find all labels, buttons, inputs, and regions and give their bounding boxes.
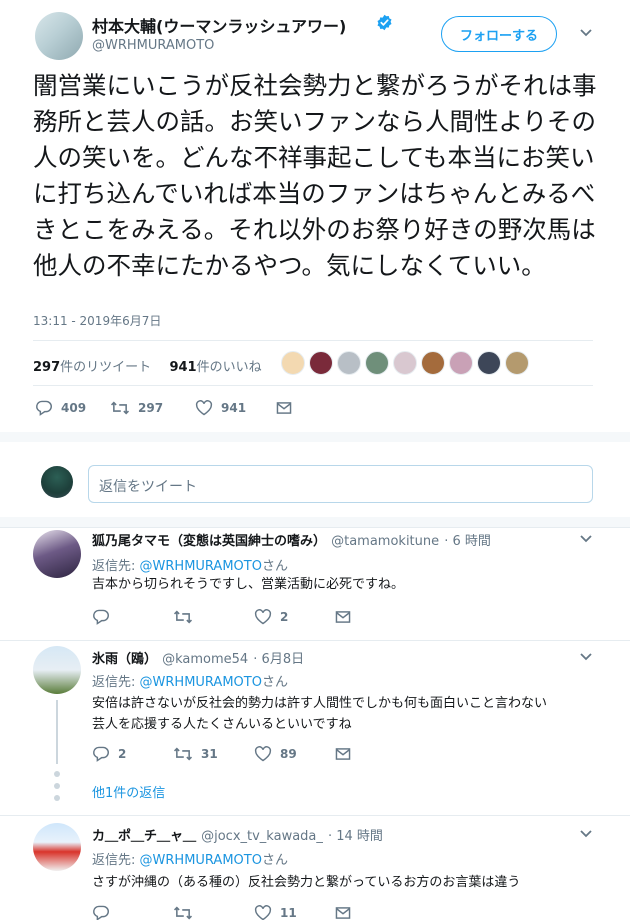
- likes-stat[interactable]: 941件のいいね: [169, 360, 261, 375]
- chevron-down-icon[interactable]: [579, 652, 593, 662]
- reply-icon: [92, 609, 110, 625]
- retweet-action[interactable]: [173, 609, 193, 625]
- retweet-icon: [173, 746, 193, 762]
- author-handle[interactable]: @WRHMURAMOTO: [92, 38, 214, 53]
- retweet-action[interactable]: [173, 905, 193, 920]
- reply-time[interactable]: · 14 時間: [328, 829, 383, 844]
- retweet-action[interactable]: 297: [110, 400, 163, 416]
- divider: [0, 815, 630, 816]
- message-icon: [276, 400, 292, 416]
- reply-time[interactable]: · 6 時間: [444, 534, 491, 549]
- thread-dot: [54, 783, 60, 789]
- retweet-action[interactable]: 31: [173, 746, 218, 762]
- direct-message-action[interactable]: [335, 746, 351, 762]
- reply-time[interactable]: · 6月8日: [253, 652, 304, 667]
- like-icon: [254, 905, 272, 920]
- reply-to-mention[interactable]: @WRHMURAMOTO: [140, 853, 262, 868]
- reply-text-line: 芸人を応援する人たくさんいるといいですね: [92, 717, 352, 732]
- section-gap: [0, 432, 630, 442]
- like-action[interactable]: 89: [254, 746, 297, 762]
- message-icon: [335, 905, 351, 920]
- chevron-down-icon[interactable]: [579, 28, 593, 38]
- liker-avatar[interactable]: [505, 351, 529, 375]
- message-icon: [335, 609, 351, 625]
- like-icon: [195, 400, 213, 416]
- tweet-timestamp[interactable]: 13:11 - 2019年6月7日: [33, 312, 161, 329]
- thread-line: [56, 700, 58, 764]
- reply-author-handle[interactable]: @kamome54: [162, 652, 248, 667]
- reply-icon: [35, 400, 53, 416]
- liker-avatar[interactable]: [393, 351, 417, 375]
- retweet-icon: [173, 905, 193, 920]
- thread-dot: [54, 795, 60, 801]
- reply-author-avatar[interactable]: [33, 646, 81, 694]
- like-icon: [254, 609, 272, 625]
- reply-action[interactable]: [92, 905, 110, 920]
- reply-action[interactable]: 2: [92, 746, 126, 762]
- liker-avatar[interactable]: [365, 351, 389, 375]
- direct-message-action[interactable]: [335, 609, 351, 625]
- author-avatar[interactable]: [35, 12, 83, 60]
- reply-author-handle[interactable]: @tamamokitune: [331, 534, 439, 549]
- liker-avatar[interactable]: [309, 351, 333, 375]
- reply-header: 氷雨（鴎） @kamome54 · 6月8日: [92, 648, 304, 667]
- current-user-avatar: [41, 466, 73, 498]
- divider: [0, 527, 630, 528]
- reply-to-mention[interactable]: @WRHMURAMOTO: [140, 675, 262, 690]
- reply-to-mention[interactable]: @WRHMURAMOTO: [140, 559, 262, 574]
- reply-author-name[interactable]: カ＿ポ＿チ＿ャ＿: [92, 829, 196, 844]
- section-gap: [0, 517, 630, 527]
- divider: [33, 340, 593, 341]
- chevron-down-icon[interactable]: [579, 534, 593, 544]
- reply-text: さすが沖縄の（ある種の）反社会勢力と繋がっているお方のお言葉は違う: [92, 875, 521, 890]
- engagement-stats: 297件のリツイート 941件のいいね: [33, 356, 262, 375]
- liker-avatar[interactable]: [421, 351, 445, 375]
- reply-action[interactable]: [92, 609, 110, 625]
- reply-author-name[interactable]: 氷雨（鴎）: [92, 652, 157, 667]
- retweet-icon: [173, 609, 193, 625]
- liker-avatar[interactable]: [337, 351, 361, 375]
- reply-to-line: 返信先: @WRHMURAMOTOさん: [92, 559, 288, 574]
- like-action[interactable]: 11: [254, 905, 297, 920]
- reply-text: 吉本から切られそうですし、営業活動に必死ですね。: [92, 577, 405, 592]
- message-icon: [335, 746, 351, 762]
- likers-avatars: [281, 351, 533, 375]
- reply-icon: [92, 905, 110, 920]
- direct-message-action[interactable]: [276, 400, 292, 416]
- show-more-replies-link[interactable]: 他1件の返信: [92, 782, 165, 801]
- reply-author-name[interactable]: 狐乃尾タマモ（変態は英国紳士の嗜み）: [92, 534, 326, 549]
- reply-author-avatar[interactable]: [33, 823, 81, 871]
- reply-header: カ＿ポ＿チ＿ャ＿ @jocx_tv_kawada_ · 14 時間: [92, 825, 383, 844]
- reply-to-line: 返信先: @WRHMURAMOTOさん: [92, 853, 288, 868]
- reply-to-line: 返信先: @WRHMURAMOTOさん: [92, 675, 288, 690]
- divider: [33, 385, 593, 386]
- liker-avatar[interactable]: [477, 351, 501, 375]
- retweets-stat[interactable]: 297件のリツイート: [33, 360, 151, 375]
- thread-dot: [54, 771, 60, 777]
- direct-message-action[interactable]: [335, 905, 351, 920]
- reply-icon: [92, 746, 110, 762]
- like-icon: [254, 746, 272, 762]
- follow-button[interactable]: フォローする: [441, 16, 557, 52]
- reply-text-line: 安倍は許さないが反社会的勢力は許す人間性でしかも何も面白いこと言わない: [92, 696, 548, 711]
- liker-avatar[interactable]: [281, 351, 305, 375]
- divider: [0, 640, 630, 641]
- reply-author-avatar[interactable]: [33, 530, 81, 578]
- reply-author-handle[interactable]: @jocx_tv_kawada_: [201, 829, 323, 844]
- reply-input[interactable]: 返信をツイート: [88, 465, 593, 503]
- like-action[interactable]: 2: [254, 609, 288, 625]
- reply-action[interactable]: 409: [35, 400, 86, 416]
- verified-badge-icon: [376, 14, 393, 31]
- reply-header: 狐乃尾タマモ（変態は英国紳士の嗜み） @tamamokitune · 6 時間: [92, 530, 491, 549]
- tweet-text: 闇営業にいこうが反社会勢力と繋がろうがそれは事務所と芸人の話。お笑いファンなら人…: [33, 71, 597, 280]
- like-action[interactable]: 941: [195, 400, 246, 416]
- chevron-down-icon[interactable]: [579, 829, 593, 839]
- author-display-name[interactable]: 村本大輔(ウーマンラッシュアワー): [92, 13, 346, 37]
- retweet-icon: [110, 400, 130, 416]
- liker-avatar[interactable]: [449, 351, 473, 375]
